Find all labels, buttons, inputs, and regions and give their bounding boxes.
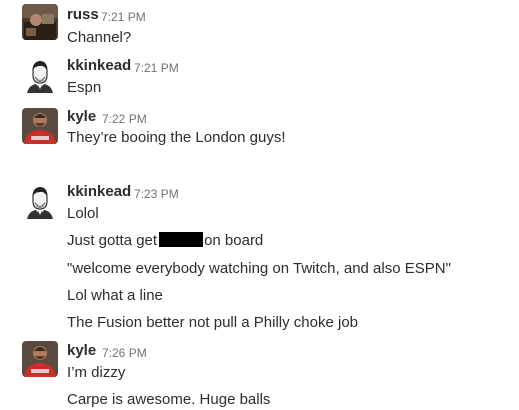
message-text: They’re booing the London guys! [67,129,286,146]
kyle-avatar[interactable] [22,108,58,144]
username[interactable]: kyle [67,342,96,359]
timestamp[interactable]: 7:21 PM [101,10,146,24]
kkinkead-avatar[interactable] [22,183,58,219]
timestamp[interactable]: 7:26 PM [102,346,147,360]
timestamp[interactable]: 7:22 PM [102,112,147,126]
message-text: Lolol [67,205,99,222]
kkinkead-avatar[interactable] [22,57,58,93]
russ-avatar[interactable] [22,4,58,40]
redaction-bar [159,232,204,247]
timestamp[interactable]: 7:21 PM [134,61,179,75]
message-text: I’m dizzy [67,364,126,381]
username[interactable]: russ [67,6,99,23]
username[interactable]: kkinkead [67,183,131,200]
timestamp[interactable]: 7:23 PM [134,187,179,201]
message-text-fragment: on board [204,232,264,249]
message-text: The Fusion better not pull a Philly chok… [67,314,358,331]
message-text: Lol what a line [67,287,163,304]
message-text: Espn [67,79,102,96]
message-text-fragment: Just gotta get [67,232,158,249]
message-text: "welcome everybody watching on Twitch, a… [67,260,451,277]
username[interactable]: kkinkead [67,57,131,74]
message-text: Channel? [67,29,132,46]
message-text: Carpe is awesome. Huge balls [67,391,271,408]
username[interactable]: kyle [67,108,96,125]
kyle-avatar[interactable] [22,341,58,377]
message-text-redacted: Just gotta get on board [67,232,263,249]
